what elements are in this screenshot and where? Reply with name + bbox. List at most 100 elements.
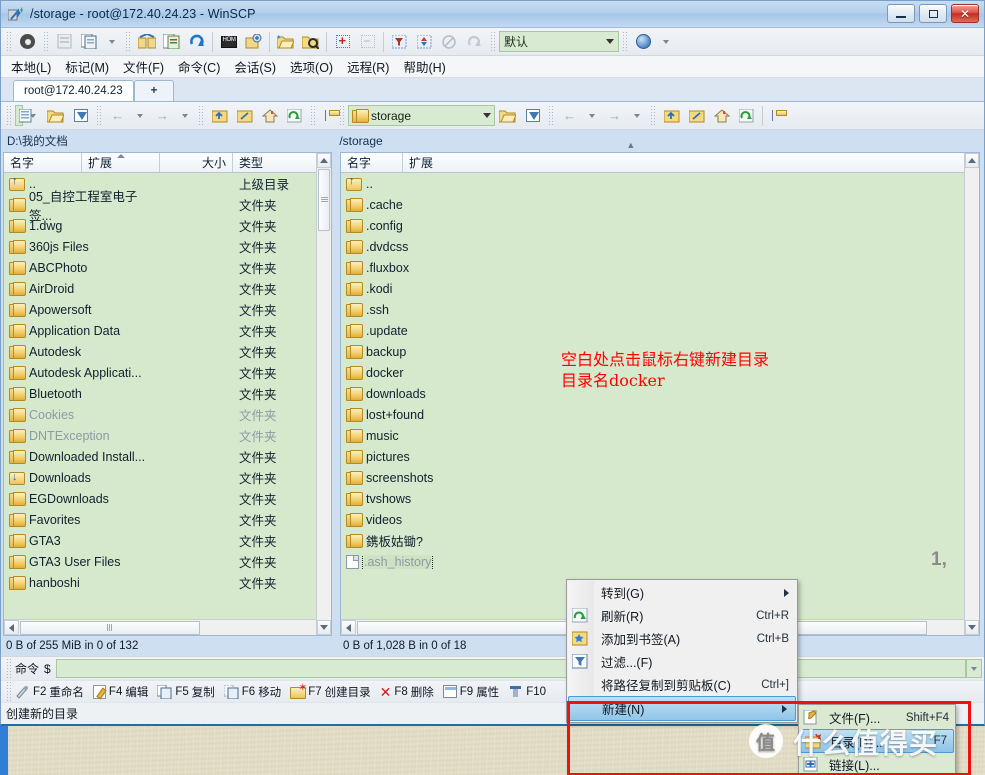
local-column-extension[interactable]: 扩展 xyxy=(82,153,160,172)
local-column-type[interactable]: 类型 xyxy=(233,153,314,172)
local-back-button[interactable]: ← xyxy=(105,104,130,128)
table-row[interactable]: tvshows xyxy=(341,488,979,509)
toolbar-grip[interactable] xyxy=(650,105,656,126)
table-row[interactable]: 360js Files 文件夹 xyxy=(4,236,331,257)
remote-open-directory-button[interactable] xyxy=(495,104,520,128)
remote-forward-button[interactable]: → xyxy=(602,104,627,128)
local-column-name[interactable]: 名字 xyxy=(4,153,82,172)
open-directory-button[interactable] xyxy=(273,30,298,54)
fkey-move[interactable]: F6 移动 xyxy=(223,684,281,700)
local-scroll-down-button[interactable] xyxy=(317,620,331,635)
toolbar-grip[interactable] xyxy=(43,31,49,52)
preferences-button[interactable] xyxy=(15,30,40,54)
remote-root-directory-button[interactable] xyxy=(684,104,709,128)
reconnect-button[interactable] xyxy=(462,30,487,54)
close-button[interactable]: ✕ xyxy=(951,4,979,23)
local-back-dropdown[interactable] xyxy=(130,104,150,128)
fkey-exit[interactable]: F10 xyxy=(508,685,546,699)
ctx-new[interactable]: 新建(N) xyxy=(568,696,796,721)
table-row[interactable]: Application Data 文件夹 xyxy=(4,320,331,341)
refresh-button[interactable] xyxy=(184,30,209,54)
table-row[interactable]: AirDroid 文件夹 xyxy=(4,278,331,299)
table-row[interactable]: Autodesk 文件夹 xyxy=(4,341,331,362)
table-row[interactable]: .dvdcss xyxy=(341,236,979,257)
table-row[interactable]: .cache xyxy=(341,194,979,215)
table-row[interactable]: Apowersoft 文件夹 xyxy=(4,299,331,320)
local-parent-directory-button[interactable] xyxy=(207,104,232,128)
unselect-files-button[interactable] xyxy=(355,30,380,54)
local-drive-combo[interactable]: 我的 xyxy=(15,105,32,126)
remote-hscroll-left-button[interactable] xyxy=(341,620,356,635)
remote-scroll-up-button[interactable] xyxy=(965,153,979,168)
table-row[interactable]: music xyxy=(341,425,979,446)
table-row[interactable]: videos xyxy=(341,509,979,530)
maximize-button[interactable] xyxy=(919,4,947,23)
table-row[interactable]: 1.dwg 文件夹 xyxy=(4,215,331,236)
table-row[interactable]: lost+found xyxy=(341,404,979,425)
table-row[interactable]: hanboshi 文件夹 xyxy=(4,572,331,593)
table-row[interactable]: GTA3 文件夹 xyxy=(4,530,331,551)
local-horizontal-scrollbar[interactable] xyxy=(4,619,331,635)
remote-tree-toggle-button[interactable] xyxy=(766,104,791,128)
table-row[interactable]: pictures xyxy=(341,446,979,467)
toolbar-grip[interactable] xyxy=(125,31,131,52)
menu-options[interactable]: 选项(O) xyxy=(290,57,333,76)
minimize-button[interactable] xyxy=(887,4,915,23)
synchronize-browsing-button[interactable] xyxy=(52,30,77,54)
local-file-list[interactable]: 名字 扩展 大小 类型 ..上级目录05_自控工程室电子签...文件夹1.dwg… xyxy=(3,152,332,636)
select-files-button[interactable] xyxy=(330,30,355,54)
menu-command[interactable]: 命令(C) xyxy=(178,57,220,76)
table-row[interactable]: Favorites 文件夹 xyxy=(4,509,331,530)
menu-session[interactable]: 会话(S) xyxy=(234,57,276,76)
menu-file[interactable]: 文件(F) xyxy=(123,57,164,76)
remote-forward-dropdown[interactable] xyxy=(627,104,647,128)
local-hscroll-thumb[interactable] xyxy=(20,620,200,635)
remote-home-directory-button[interactable] xyxy=(709,104,734,128)
synchronize-button[interactable] xyxy=(134,30,159,54)
table-row[interactable]: .ash_history xyxy=(341,551,979,572)
local-drive-dropdown[interactable] xyxy=(23,104,43,128)
local-open-directory-button[interactable] xyxy=(43,104,68,128)
local-column-size[interactable]: 大小 xyxy=(160,153,233,172)
toolbar-grip[interactable] xyxy=(6,658,12,679)
toolbar-grip[interactable] xyxy=(198,105,204,126)
table-row[interactable]: DNTException 文件夹 xyxy=(4,425,331,446)
local-refresh-button[interactable] xyxy=(282,104,307,128)
transfer-settings-combo[interactable]: 默认 xyxy=(499,31,619,52)
remote-parent-directory-button[interactable] xyxy=(659,104,684,128)
table-row[interactable]: ABCPhoto 文件夹 xyxy=(4,257,331,278)
table-row[interactable]: .. xyxy=(341,173,979,194)
table-row[interactable]: 05_自控工程室电子签... 文件夹 xyxy=(4,190,331,223)
copy-session-dropdown[interactable] xyxy=(102,30,122,54)
menu-mark[interactable]: 标记(M) xyxy=(65,57,109,76)
remote-path-combo[interactable]: storage xyxy=(348,105,495,126)
new-session-tab[interactable]: + xyxy=(133,80,175,101)
local-root-directory-button[interactable] xyxy=(232,104,257,128)
remote-refresh-button[interactable] xyxy=(734,104,759,128)
session-dropdown[interactable] xyxy=(656,30,676,54)
local-hscroll-left-button[interactable] xyxy=(4,620,19,635)
local-home-directory-button[interactable] xyxy=(257,104,282,128)
toolbar-grip[interactable] xyxy=(6,681,12,702)
toolbar-grip[interactable] xyxy=(339,105,345,126)
fkey-rename[interactable]: F2 重命名 xyxy=(15,684,84,700)
table-row[interactable]: 鎸板姑锄? xyxy=(341,530,979,551)
remote-filter-button[interactable] xyxy=(520,104,545,128)
fkey-edit[interactable]: F4 编辑 xyxy=(92,684,148,700)
ctx-goto[interactable]: 转到(G) xyxy=(567,581,797,604)
remote-file-list[interactable]: 名字 扩展 .. .cache .config .dvdcss .fluxbox .kod… xyxy=(340,152,980,636)
menu-local[interactable]: 本地(L) xyxy=(11,57,51,76)
table-row[interactable]: .update xyxy=(341,320,979,341)
fkey-copy[interactable]: F5 复制 xyxy=(157,684,215,700)
remote-column-extension[interactable]: 扩展 xyxy=(403,153,971,172)
command-input[interactable] xyxy=(55,659,982,678)
table-row[interactable]: .fluxbox xyxy=(341,257,979,278)
table-row[interactable]: screenshots xyxy=(341,467,979,488)
remote-vertical-scrollbar[interactable] xyxy=(964,153,979,635)
ctx-copy-path[interactable]: 将路径复制到剪贴板(C) Ctrl+] xyxy=(567,673,797,696)
table-row[interactable]: Cookies 文件夹 xyxy=(4,404,331,425)
local-filter-button[interactable] xyxy=(68,104,93,128)
local-forward-button[interactable]: → xyxy=(150,104,175,128)
fkey-newdir[interactable]: F7 创建目录 xyxy=(290,681,371,700)
local-scroll-up-button[interactable] xyxy=(317,153,331,168)
